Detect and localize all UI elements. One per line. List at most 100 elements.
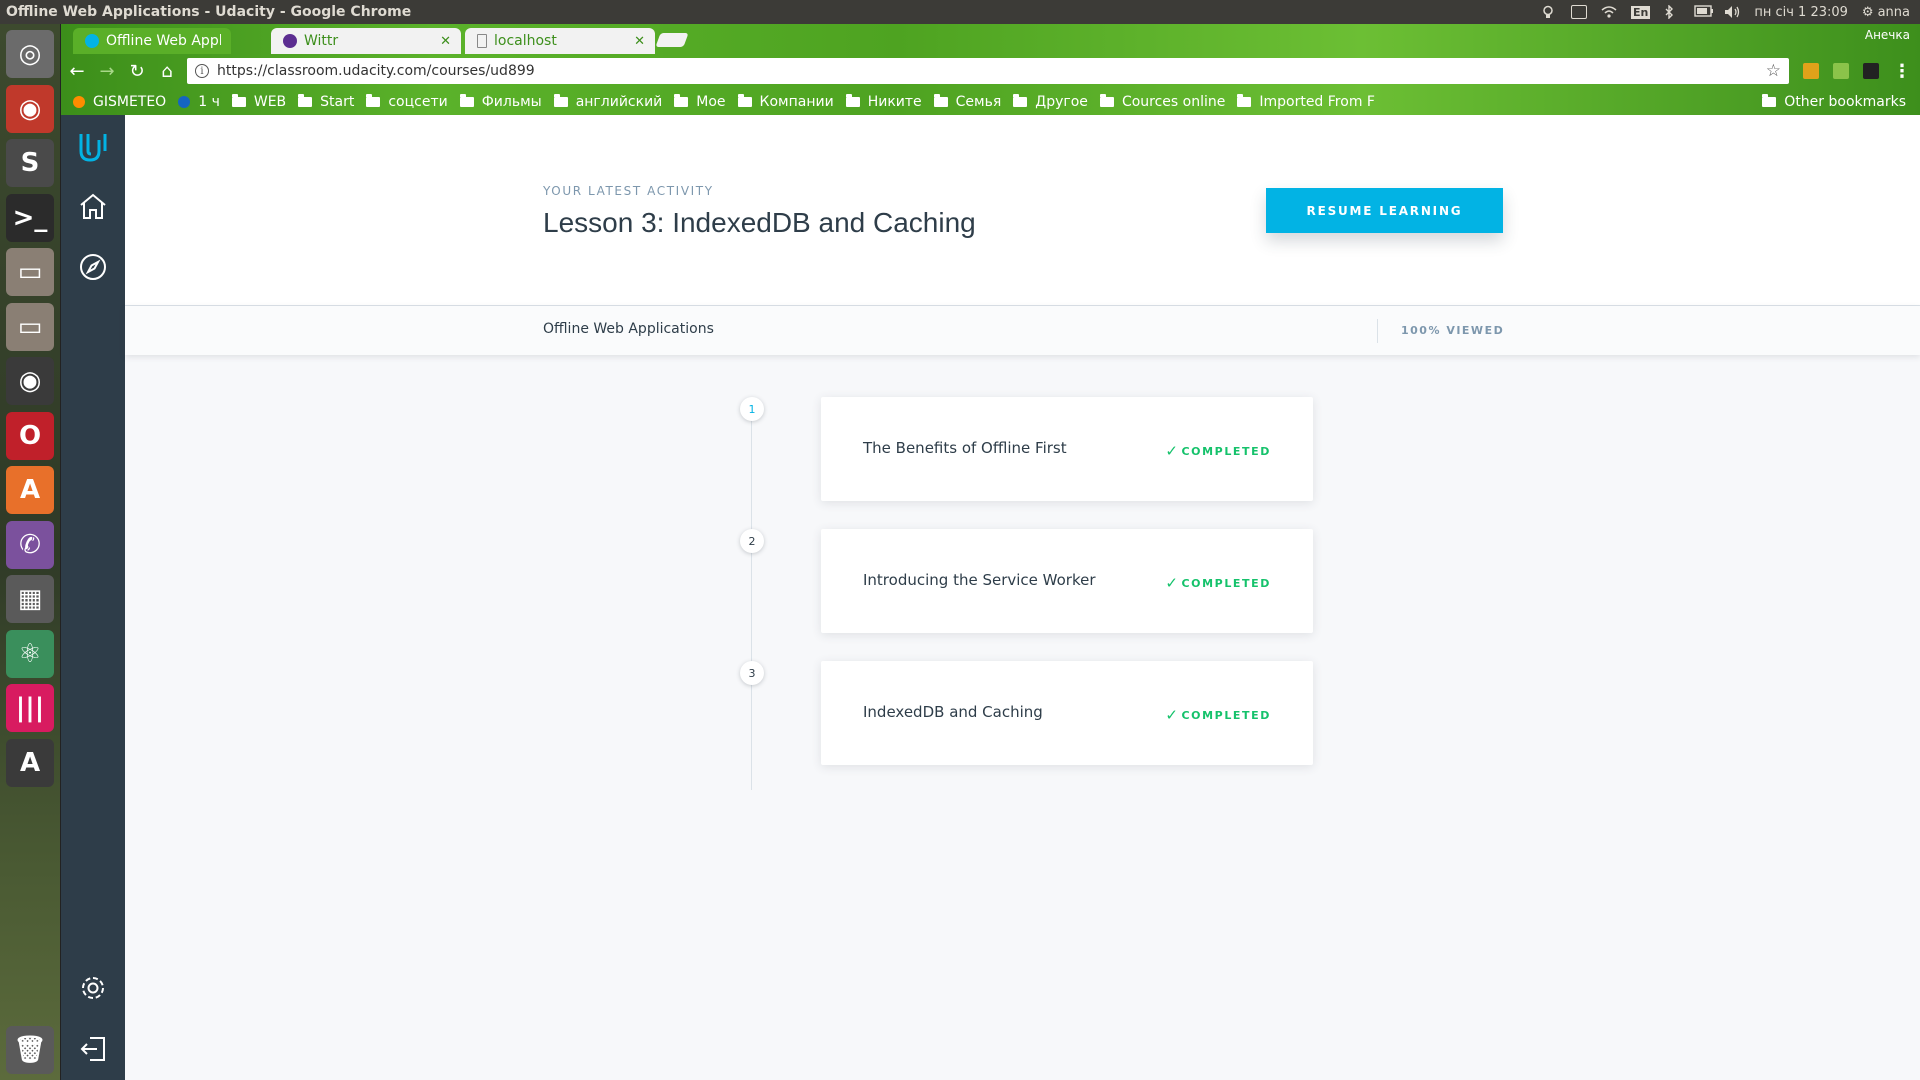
lesson-title[interactable]: The Benefits of Offline First xyxy=(863,439,1067,457)
bookmark-item[interactable]: Никите xyxy=(845,93,922,110)
window-title: Offline Web Applications - Udacity - Goo… xyxy=(6,4,412,20)
bookmark-item[interactable]: Другое xyxy=(1013,93,1088,110)
udacity-logo-icon[interactable] xyxy=(77,131,109,163)
lesson-card[interactable]: The Benefits of Offline First ✓ COMPLETE… xyxy=(821,397,1313,501)
bookmark-item[interactable]: 1 ч xyxy=(178,94,220,110)
lesson-status: ✓ COMPLETED xyxy=(1165,574,1271,592)
settings-gear-icon[interactable] xyxy=(77,972,109,1004)
home-icon[interactable] xyxy=(77,190,109,222)
bluetooth-icon[interactable] xyxy=(1664,4,1680,20)
bookmark-item[interactable]: Start xyxy=(298,93,354,110)
chrome-menu-icon[interactable]: ⋮ xyxy=(1893,61,1911,82)
course-name: Offline Web Applications xyxy=(543,321,714,337)
keyboard-layout-indicator[interactable]: En xyxy=(1630,5,1651,19)
bookmark-item[interactable]: Cources online xyxy=(1099,93,1226,110)
session-menu[interactable]: ⚙ anna xyxy=(1862,5,1910,20)
launcher-glyph: S xyxy=(20,148,40,178)
tab-localhost[interactable]: localhost ✕ xyxy=(465,28,655,54)
back-arrow-icon[interactable]: ← xyxy=(63,57,91,85)
closed-captions-icon[interactable] xyxy=(1863,63,1879,79)
bookmark-item[interactable]: Фильмы xyxy=(459,93,542,110)
sublime-text-icon[interactable]: S xyxy=(6,139,54,187)
launcher-glyph: ◎ xyxy=(18,39,42,69)
logout-icon[interactable] xyxy=(77,1033,109,1065)
bookmark-item[interactable]: GISMETEO xyxy=(73,94,166,110)
bookmark-item[interactable]: Компании xyxy=(737,93,834,110)
lesson-title[interactable]: IndexedDB and Caching xyxy=(863,703,1043,721)
profile-name[interactable]: Анечка xyxy=(1865,28,1910,42)
viber-icon[interactable]: ✆ xyxy=(6,520,54,569)
status-label: COMPLETED xyxy=(1181,576,1271,590)
atom-icon[interactable]: ⚛ xyxy=(6,629,54,678)
ubuntu-logo-icon[interactable]: ◎ xyxy=(6,30,54,78)
terminal-icon[interactable]: >_ xyxy=(6,193,54,242)
other-bookmarks[interactable]: Other bookmarks xyxy=(1762,93,1906,110)
extension-icon[interactable] xyxy=(1833,63,1849,79)
bookmark-label: Другое xyxy=(1035,93,1088,110)
volume-icon[interactable] xyxy=(1724,5,1740,19)
latest-lesson-title: Lesson 3: IndexedDB and Caching xyxy=(543,207,976,238)
bookmark-label: английский xyxy=(575,93,663,110)
bookmark-label: Cources online xyxy=(1121,93,1226,110)
chrome-dev-icon[interactable]: ◉ xyxy=(6,84,54,133)
site-info-icon[interactable]: i xyxy=(195,64,209,78)
opera-icon[interactable]: O xyxy=(6,411,54,460)
files-icon[interactable]: ▭ xyxy=(6,248,54,296)
extension-icon[interactable] xyxy=(1803,63,1819,79)
udacity-favicon-icon xyxy=(85,34,99,48)
tab-udacity[interactable]: Offline Web Applic xyxy=(73,28,231,54)
bookmark-item[interactable]: Семья xyxy=(933,93,1001,110)
bookmark-label: Компании xyxy=(759,93,834,110)
software-updater-icon[interactable]: A xyxy=(6,738,54,787)
trash-icon[interactable]: 🗑 xyxy=(6,1026,54,1074)
clock[interactable]: пн січ 1 23:09 xyxy=(1754,5,1848,20)
lesson-step-number: 2 xyxy=(740,529,764,553)
forward-arrow-icon[interactable]: → xyxy=(93,57,121,85)
close-tab-icon[interactable]: ✕ xyxy=(634,34,645,49)
latest-activity-section: YOUR LATEST ACTIVITY Lesson 3: IndexedDB… xyxy=(125,115,1920,306)
status-label: COMPLETED xyxy=(1181,708,1271,722)
bookmark-item[interactable]: Мое xyxy=(674,93,726,110)
bookmark-label: Мое xyxy=(696,93,726,110)
bulb-icon[interactable] xyxy=(1541,5,1557,19)
lesson-card[interactable]: IndexedDB and Caching ✓ COMPLETED xyxy=(821,661,1313,765)
folder-icon xyxy=(231,93,246,107)
chrome-icon[interactable]: ◉ xyxy=(6,357,54,405)
bookmark-item[interactable]: английский xyxy=(553,93,663,110)
site-favicon-icon xyxy=(178,95,191,108)
lesson-card[interactable]: Introducing the Service Worker ✓ COMPLET… xyxy=(821,529,1313,633)
lesson-step-number: 1 xyxy=(740,397,764,421)
calculator-icon[interactable]: ▦ xyxy=(6,575,54,623)
lesson-title[interactable]: Introducing the Service Worker xyxy=(863,571,1096,589)
bookmark-item[interactable]: соцсети xyxy=(366,93,448,110)
close-tab-icon[interactable]: ✕ xyxy=(440,34,451,49)
sound-app-icon[interactable]: ||| xyxy=(6,684,54,732)
new-tab-button[interactable] xyxy=(655,33,689,47)
tab-wittr[interactable]: Wittr ✕ xyxy=(271,28,461,54)
indicator-app-icon[interactable] xyxy=(1570,5,1587,19)
bookmark-item[interactable]: WEB xyxy=(231,93,286,110)
launcher-glyph: ||| xyxy=(15,693,45,723)
launcher-glyph: ▭ xyxy=(17,311,43,342)
reload-icon[interactable]: ↻ xyxy=(123,57,151,85)
compass-icon[interactable] xyxy=(77,251,109,283)
system-indicators: En пн січ 1 23:09 ⚙ anna xyxy=(1541,4,1920,20)
folder-icon xyxy=(366,93,381,107)
bookmark-star-icon[interactable]: ☆ xyxy=(1766,61,1781,81)
wifi-icon[interactable] xyxy=(1601,5,1617,19)
url-text[interactable]: https://classroom.udacity.com/courses/ud… xyxy=(217,63,1766,79)
folder-icon xyxy=(674,93,689,107)
bookmark-label: Imported From F xyxy=(1259,93,1375,110)
home-icon[interactable]: ⌂ xyxy=(153,57,181,85)
folder-icon xyxy=(1762,93,1777,107)
software-center-icon[interactable]: A xyxy=(6,466,54,514)
launcher-glyph: >_ xyxy=(12,202,48,233)
bookmark-item[interactable]: Imported From F xyxy=(1237,93,1375,110)
launcher-glyph: ✆ xyxy=(19,529,41,560)
resume-learning-button[interactable]: RESUME LEARNING xyxy=(1266,188,1503,233)
address-bar[interactable]: i https://classroom.udacity.com/courses/… xyxy=(187,58,1789,84)
divider xyxy=(1377,319,1378,343)
battery-icon[interactable] xyxy=(1694,5,1714,19)
checkmark-icon: ✓ xyxy=(1165,706,1180,724)
files-icon[interactable]: ▭ xyxy=(6,302,54,351)
